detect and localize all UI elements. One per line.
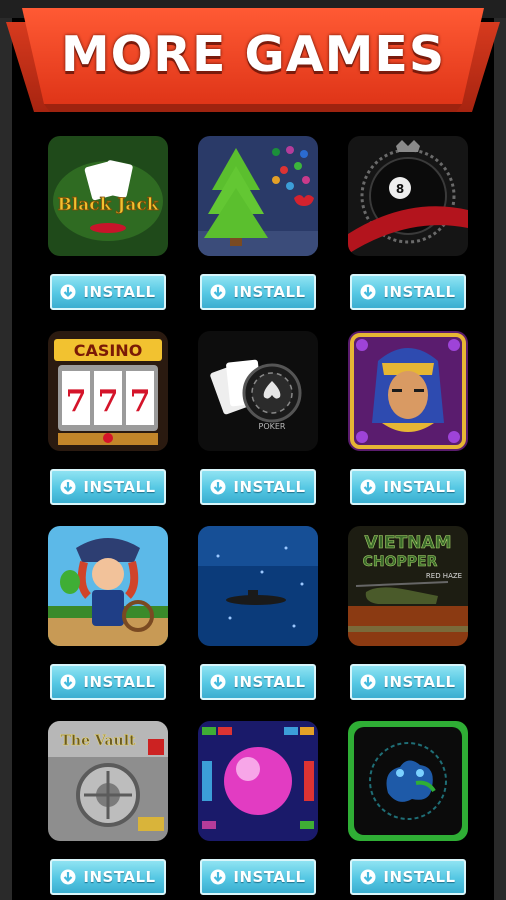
download-icon (210, 479, 226, 495)
install-button[interactable]: INSTALL (350, 664, 466, 700)
svg-text:8: 8 (396, 182, 404, 196)
svg-text:7: 7 (130, 384, 151, 419)
install-button[interactable]: INSTALL (50, 469, 166, 505)
vietnam-tagline: RED HAZE (426, 572, 462, 580)
vietnam-title: VIETNAM (365, 533, 452, 553)
pharaoh-icon[interactable] (348, 331, 468, 451)
install-label: INSTALL (233, 673, 306, 691)
install-label: INSTALL (233, 868, 306, 886)
download-icon (210, 869, 226, 885)
download-icon (360, 479, 376, 495)
casino-text: CASINO (74, 341, 143, 360)
download-icon (360, 284, 376, 300)
install-button[interactable]: INSTALL (200, 274, 316, 310)
download-icon (360, 869, 376, 885)
slot-machine-icon[interactable]: CASINO 7 7 7 (48, 331, 168, 451)
install-button[interactable]: INSTALL (350, 859, 466, 895)
download-icon (60, 869, 76, 885)
download-icon (360, 674, 376, 690)
frog-icon[interactable] (348, 721, 468, 841)
install-label: INSTALL (383, 868, 456, 886)
vietnam-subtitle: CHOPPER (363, 554, 438, 570)
svg-text:7: 7 (98, 384, 119, 419)
pirate-icon[interactable] (48, 526, 168, 646)
ball-bricks-icon[interactable] (198, 721, 318, 841)
install-button[interactable]: INSTALL (200, 859, 316, 895)
install-button[interactable]: INSTALL (350, 469, 466, 505)
games-grid: Black Jack 8 INSTALL INSTALL INSTALL CAS… (0, 0, 506, 900)
poker-chip-icon[interactable]: POKER (198, 331, 318, 451)
install-label: INSTALL (383, 478, 456, 496)
eight-ball-icon[interactable]: 8 (348, 136, 468, 256)
install-label: INSTALL (83, 478, 156, 496)
blackjack-text: Black Jack (57, 195, 159, 215)
poker-text: POKER (259, 422, 286, 431)
download-icon (210, 284, 226, 300)
install-label: INSTALL (233, 478, 306, 496)
christmas-tree-icon[interactable] (198, 136, 318, 256)
vault-icon[interactable]: The Vault (48, 721, 168, 841)
blackjack-icon[interactable]: Black Jack (48, 136, 168, 256)
download-icon (60, 479, 76, 495)
install-button[interactable]: INSTALL (50, 274, 166, 310)
install-label: INSTALL (83, 673, 156, 691)
helicopter-icon[interactable]: VIETNAM CHOPPER RED HAZE (348, 526, 468, 646)
download-icon (210, 674, 226, 690)
install-button[interactable]: INSTALL (50, 859, 166, 895)
install-button[interactable]: INSTALL (200, 469, 316, 505)
install-label: INSTALL (83, 283, 156, 301)
download-icon (60, 284, 76, 300)
install-label: INSTALL (383, 283, 456, 301)
vault-text: The Vault (61, 733, 137, 749)
download-icon (60, 674, 76, 690)
install-button[interactable]: INSTALL (350, 274, 466, 310)
install-label: INSTALL (383, 673, 456, 691)
svg-text:7: 7 (66, 384, 87, 419)
install-button[interactable]: INSTALL (200, 664, 316, 700)
install-label: INSTALL (233, 283, 306, 301)
install-label: INSTALL (83, 868, 156, 886)
submarine-icon[interactable] (198, 526, 318, 646)
install-button[interactable]: INSTALL (50, 664, 166, 700)
